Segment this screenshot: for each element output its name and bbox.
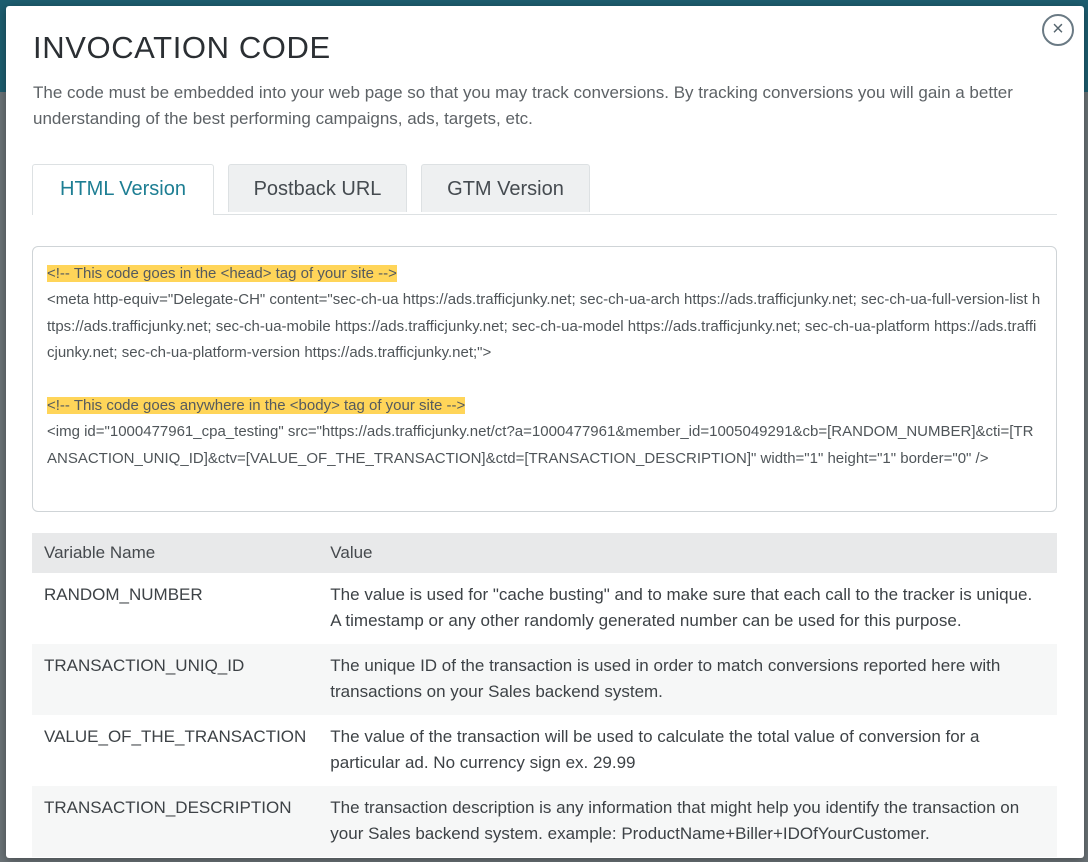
table-row: VALUE_OF_THE_TRANSACTION The value of th…	[32, 715, 1057, 786]
modal-description: The code must be embedded into your web …	[33, 83, 1013, 128]
version-tabs: HTML Version Postback URL GTM Version	[32, 164, 1057, 215]
table-header-row: Variable Name Value	[32, 533, 1057, 573]
column-header-value: Value	[318, 533, 1057, 573]
invocation-code-block[interactable]: <!-- This code goes in the <head> tag of…	[32, 246, 1057, 512]
variable-name-cell: TRANSACTION_DESCRIPTION	[32, 786, 319, 857]
column-header-variable-name: Variable Name	[32, 533, 319, 573]
tab-html-version[interactable]: HTML Version	[32, 164, 214, 215]
modal-title: INVOCATION CODE	[33, 30, 331, 65]
variable-name-cell: VALUE_OF_THE_TRANSACTION	[44, 727, 307, 746]
invocation-code-modal: × INVOCATION CODE The code must be embed…	[6, 6, 1084, 858]
variable-value-cell: The value of the transaction will be use…	[330, 727, 980, 772]
head-code-comment: <!-- This code goes in the <head> tag of…	[47, 265, 397, 282]
tab-postback-url[interactable]: Postback URL	[228, 164, 407, 212]
code-spacer	[47, 367, 1042, 393]
body-code-snippet: <img id="1000477961_cpa_testing" src="ht…	[47, 423, 1034, 467]
tab-gtm-version[interactable]: GTM Version	[421, 164, 590, 212]
variable-value-cell: The unique ID of the transaction is used…	[318, 644, 1057, 715]
variable-name-cell: RANDOM_NUMBER	[44, 585, 203, 604]
body-code-comment: <!-- This code goes anywhere in the <bod…	[47, 397, 466, 415]
table-row: TRANSACTION_DESCRIPTION The transaction …	[32, 786, 1057, 857]
table-row: TRANSACTION_UNIQ_ID The unique ID of the…	[32, 644, 1057, 715]
table-row: RANDOM_NUMBER The value is used for "cac…	[32, 573, 1057, 644]
variable-value-cell: The transaction description is any infor…	[318, 786, 1057, 857]
variable-value-cell: The value is used for "cache busting" an…	[330, 585, 1033, 630]
head-code-snippet: <meta http-equiv="Delegate-CH" content="…	[47, 291, 1041, 362]
variables-table: Variable Name Value RANDOM_NUMBER The va…	[32, 533, 1057, 857]
variable-name-cell: TRANSACTION_UNIQ_ID	[32, 644, 319, 715]
close-icon[interactable]: ×	[1042, 14, 1074, 46]
